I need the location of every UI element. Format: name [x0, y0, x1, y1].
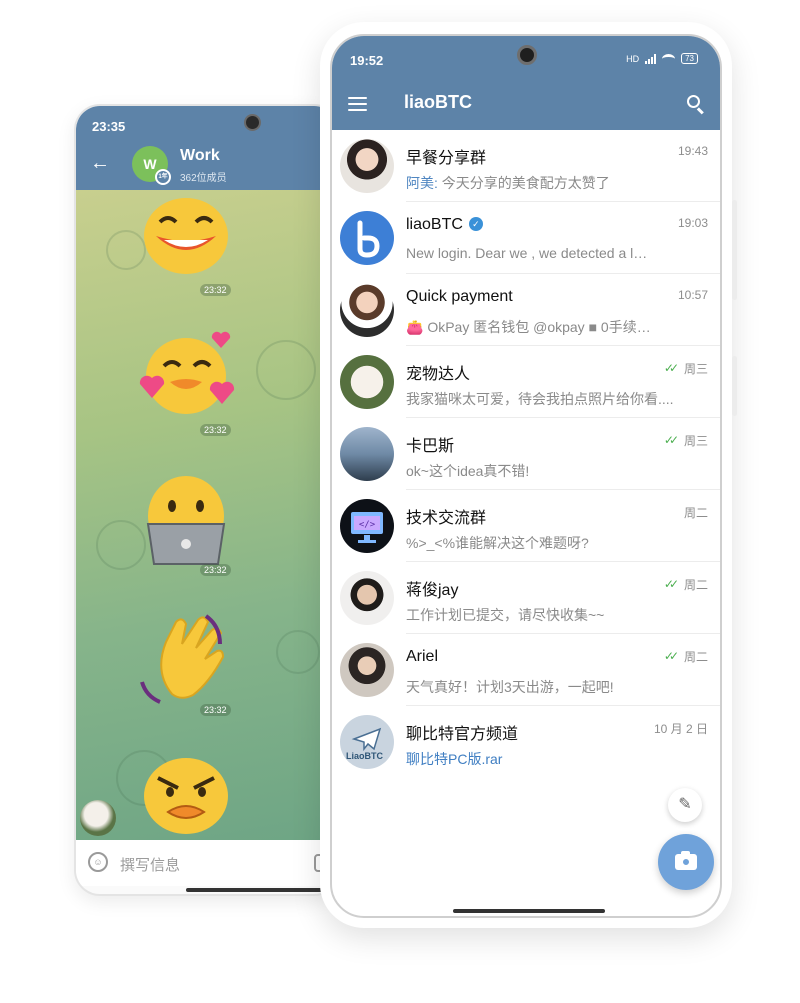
chat-row-breakfast-group[interactable]: 早餐分享群 19:43 阿美: 今天分享的美食配方太赞了 — [332, 130, 720, 202]
chat-preview: ok~这个idea真不错! — [406, 463, 530, 479]
chat-row-kabasi[interactable]: 卡巴斯 ✓✓ 周三 ok~这个idea真不错! — [332, 418, 720, 490]
chat-time: 10:57 — [677, 288, 708, 302]
read-checkmarks-icon: ✓✓ — [663, 577, 679, 591]
wifi-icon — [662, 53, 676, 64]
chat-name: liaoBTC ✓ — [406, 216, 483, 234]
duck-laptop-sticker[interactable] — [138, 472, 234, 573]
chat-name: 卡巴斯 — [406, 438, 455, 455]
chat-preview: 工作计划已提交，请尽快收集~~ — [406, 607, 605, 623]
group-age-badge: 1年 — [155, 169, 171, 185]
sticker-time: 23:32 — [200, 424, 231, 436]
app-header: 19:52 HD 73 liaoBTC — [332, 36, 720, 130]
group-title[interactable]: Work — [180, 147, 220, 165]
chat-time: 周二 — [683, 578, 708, 592]
avatar — [340, 427, 394, 481]
avatar — [340, 355, 394, 409]
message-input-bar: ☺ 撰写信息 — [76, 840, 338, 886]
avatar — [340, 283, 394, 337]
chat-preview: 👛 OkPay 匿名钱包 @okpay ■ 0手续… — [406, 319, 651, 335]
chat-row-official-channel[interactable]: LiaoBTC 聊比特官方频道 10 月 2 日 聊比特PC版.rar — [332, 706, 720, 778]
code-monitor-avatar: </> — [340, 499, 394, 553]
message-input[interactable]: 撰写信息 — [120, 854, 180, 875]
chat-row-liaobtc[interactable]: liaoBTC ✓ 19:03 New login. Dear we , we d… — [332, 202, 720, 274]
front-camera — [244, 114, 261, 131]
avatar — [340, 571, 394, 625]
chat-name: 宠物达人 — [406, 366, 471, 383]
chat-preview: 天气真好！计划3天出游，一起吧! — [406, 679, 614, 695]
chat-row-ariel[interactable]: Ariel ✓✓ 周二 天气真好！计划3天出游，一起吧! — [332, 634, 720, 706]
group-member-count: 362位成员 — [180, 173, 227, 184]
chat-background: 23:32 23:32 23:32 23:32 — [76, 190, 338, 840]
group-avatar-letter: W — [143, 156, 157, 172]
chat-row-jiangjun-jay[interactable]: 蒋俊jay ✓✓ 周二 工作计划已提交，请尽快收集~~ — [332, 562, 720, 634]
chat-preview: 阿美: 今天分享的美食配方太赞了 — [406, 173, 706, 193]
status-time: 19:52 — [350, 53, 384, 68]
liaobtc-logo-avatar — [340, 211, 394, 265]
read-checkmarks-icon: ✓✓ — [663, 649, 679, 663]
chat-row-quick-payment[interactable]: Quick payment 10:57 👛 OkPay 匿名钱包 @okpay … — [332, 274, 720, 346]
read-checkmarks-icon: ✓✓ — [663, 433, 679, 447]
duck-angry-sticker[interactable] — [138, 752, 234, 840]
chat-time: 周三 — [683, 434, 708, 448]
chat-name: Ariel — [406, 648, 439, 665]
channel-paper-plane-avatar: LiaoBTC — [340, 715, 394, 769]
pencil-icon[interactable]: ✎ — [668, 788, 702, 822]
network-type: HD — [626, 53, 640, 64]
sticker-time: 23:32 — [200, 704, 231, 716]
chat-time: 10 月 2 日 — [653, 722, 708, 736]
sticker-time: 23:32 — [200, 284, 231, 296]
side-button — [732, 200, 737, 300]
chat-name: 早餐分享群 — [406, 150, 487, 167]
chat-name-text: liaoBTC — [406, 216, 463, 233]
battery-icon: 73 — [681, 53, 698, 64]
chat-time: 19:43 — [677, 144, 708, 158]
chat-time: 周三 — [683, 362, 708, 376]
group-chat-header: 23:35 ← W 1年 Work 362位成员 — [76, 106, 338, 190]
chat-preview: %>_<%谁能解决这个难题呀? — [406, 535, 589, 551]
sticker-time: 23:32 — [200, 564, 231, 576]
waving-hand-sticker[interactable] — [136, 608, 236, 713]
search-icon[interactable] — [686, 94, 706, 115]
doodle — [256, 340, 316, 400]
side-button — [732, 356, 737, 416]
verified-badge-icon: ✓ — [468, 217, 483, 231]
chat-name: 聊比特官方频道 — [406, 726, 519, 743]
arrow-left-icon[interactable]: ← — [90, 152, 110, 175]
chat-message: 今天分享的美食配方太赞了 — [437, 175, 610, 191]
member-avatar[interactable] — [80, 800, 116, 836]
chat-sender: 阿美: — [406, 175, 438, 191]
chat-time: 周二 — [683, 506, 708, 520]
group-avatar[interactable]: W 1年 — [132, 146, 171, 185]
front-camera — [517, 45, 537, 65]
duck-love-sticker[interactable] — [134, 330, 238, 423]
avatar — [340, 139, 394, 193]
home-indicator — [453, 909, 605, 913]
chat-preview-file-link[interactable]: 聊比特PC版.rar — [406, 749, 706, 769]
chat-row-pet-expert[interactable]: 宠物达人 ✓✓ 周三 我家猫咪太可爱，待会我拍点照片给你看.... — [332, 346, 720, 418]
duck-laugh-sticker[interactable] — [138, 192, 234, 281]
back-phone-group-chat: 23:35 ← W 1年 Work 362位成员 23:32 23:32 23:… — [74, 104, 340, 896]
chat-preview: New login. Dear we , we detected a l… — [406, 245, 648, 261]
chat-time: 19:03 — [677, 216, 708, 230]
chat-time: 周二 — [683, 650, 708, 664]
chat-name: 技术交流群 — [406, 510, 487, 527]
emoji-icon[interactable]: ☺ — [88, 852, 108, 872]
chat-row-tech-group[interactable]: </> 技术交流群 周二 %>_<%谁能解决这个难题呀? — [332, 490, 720, 562]
chat-name: 蒋俊jay — [406, 582, 459, 599]
status-time: 23:35 — [92, 119, 126, 134]
chat-preview: 我家猫咪太可爱，待会我拍点照片给你看.... — [406, 391, 674, 407]
hamburger-menu-icon[interactable] — [348, 97, 367, 111]
signal-icon — [645, 53, 657, 64]
doodle — [276, 630, 320, 674]
channel-avatar-label: LiaoBTC — [346, 751, 383, 761]
svg-text:</>: </> — [359, 520, 376, 530]
app-title: liaoBTC — [404, 92, 473, 112]
home-indicator — [186, 888, 336, 892]
camera-icon[interactable] — [658, 834, 714, 890]
chat-name: Quick payment — [406, 288, 513, 305]
avatar — [340, 643, 394, 697]
status-icons: HD 73 — [626, 53, 698, 64]
front-phone-chat-list: 19:52 HD 73 liaoBTC 早餐分享群 19:43 阿美: 今天分享… — [330, 34, 722, 918]
read-checkmarks-icon: ✓✓ — [663, 361, 679, 375]
